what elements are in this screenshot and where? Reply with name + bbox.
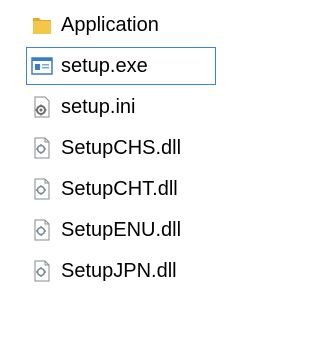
application-exe-icon xyxy=(30,54,54,78)
file-item-setupenu-dll[interactable]: SetupENU.dll xyxy=(26,211,216,249)
file-name: SetupCHT.dll xyxy=(61,178,178,200)
file-name: setup.ini xyxy=(61,96,136,118)
file-name: SetupJPN.dll xyxy=(61,260,177,282)
file-item-setup-ini[interactable]: setup.ini xyxy=(26,88,216,126)
dll-file-icon xyxy=(30,218,54,242)
file-item-setupjpn-dll[interactable]: SetupJPN.dll xyxy=(26,252,216,290)
folder-icon xyxy=(30,13,54,37)
file-name: Application xyxy=(61,14,159,36)
file-name: SetupCHS.dll xyxy=(61,137,182,159)
file-item-setupcht-dll[interactable]: SetupCHT.dll xyxy=(26,170,216,208)
file-item-setupchs-dll[interactable]: SetupCHS.dll xyxy=(26,129,216,167)
file-item-application[interactable]: Application xyxy=(26,6,216,44)
file-name: SetupENU.dll xyxy=(61,219,182,241)
dll-file-icon xyxy=(30,259,54,283)
file-name: setup.exe xyxy=(61,55,148,77)
config-settings-icon xyxy=(30,95,54,119)
file-list: Application setup.exe setup.ini SetupCHS… xyxy=(26,6,216,293)
file-item-setup-exe[interactable]: setup.exe xyxy=(26,47,216,85)
dll-file-icon xyxy=(30,177,54,201)
dll-file-icon xyxy=(30,136,54,160)
